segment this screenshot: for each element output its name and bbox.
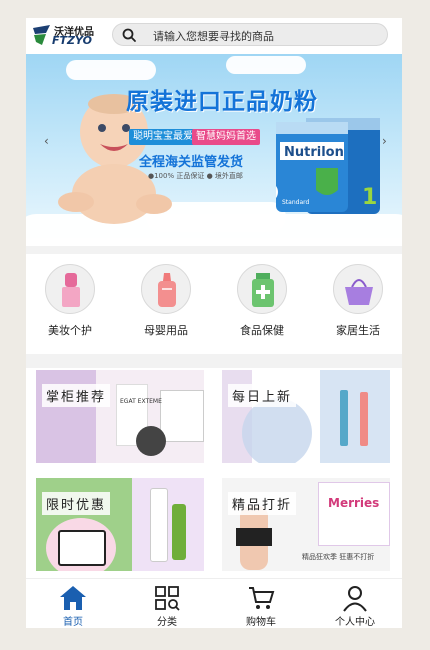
- category-home[interactable]: 家居生活: [322, 264, 394, 344]
- category-beauty[interactable]: 美妆个护: [34, 264, 106, 344]
- product-text: EGAT EXTEME: [120, 398, 162, 405]
- promo-tile-new[interactable]: 每日上新: [222, 370, 390, 463]
- category-label: 食品保健: [240, 324, 284, 337]
- lipstick-icon: [45, 264, 95, 314]
- baby-bottle-icon: [141, 264, 191, 314]
- nav-cart[interactable]: 购物车: [214, 579, 308, 628]
- category-row: 美妆个护 母婴用品 食品保健 家居生活: [26, 246, 402, 362]
- promo-tile-discount[interactable]: Merries 精品狂欢季 狂惠不打折 精品打折: [222, 478, 390, 571]
- category-food[interactable]: 食品保健: [226, 264, 298, 344]
- banner-note: ●100% 正品保证 ● 境外直邮: [148, 172, 243, 180]
- search-placeholder: 请输入您想要寻找的商品: [153, 30, 274, 43]
- promo-label: 限时优惠: [42, 492, 111, 515]
- promo-label: 精品打折: [228, 492, 297, 515]
- promo-label: 掌柜推荐: [42, 384, 111, 407]
- milk-powder-can-image: Nutrilon 1 Standard: [276, 118, 380, 214]
- brand-logo[interactable]: 沃洋优品 FTZYO: [32, 22, 104, 48]
- nav-label: 首页: [63, 617, 83, 628]
- nav-label: 分类: [157, 617, 177, 628]
- chevron-left-icon[interactable]: ‹: [44, 134, 49, 148]
- nav-home[interactable]: 首页: [26, 579, 120, 628]
- basket-icon: [333, 264, 383, 314]
- section-divider: [26, 354, 402, 368]
- product-variant: Standard: [282, 199, 309, 206]
- banner-tag-smart-baby: 聪明宝宝最爱: [129, 129, 197, 145]
- banner-tag-smart-mom: 智慧妈妈首选: [192, 129, 260, 145]
- category-label: 家居生活: [336, 324, 380, 337]
- home-icon: [60, 586, 86, 610]
- health-jar-icon: [237, 264, 287, 314]
- promo-caption: 精品狂欢季 狂惠不打折: [302, 553, 375, 561]
- promo-banner[interactable]: ‹ 原装进口正品奶粉 聪明宝宝最爱 智慧妈妈首选 全程海关监管发货 ●100% …: [26, 54, 402, 238]
- promo-tile-recommend[interactable]: EGAT EXTEME 掌柜推荐: [36, 370, 204, 463]
- nav-profile[interactable]: 个人中心: [308, 579, 402, 628]
- nav-label: 购物车: [246, 617, 276, 628]
- chevron-right-icon[interactable]: ›: [382, 134, 387, 148]
- category-baby[interactable]: 母婴用品: [130, 264, 202, 344]
- banner-title: 原装进口正品奶粉: [126, 89, 318, 115]
- category-grid-icon: [155, 586, 180, 611]
- category-label: 美妆个护: [48, 324, 92, 337]
- nav-category[interactable]: 分类: [120, 579, 214, 628]
- product-number: 1: [362, 185, 377, 210]
- search-input[interactable]: 请输入您想要寻找的商品: [112, 23, 388, 46]
- search-icon: [122, 28, 136, 42]
- logo-english-name: FTZYO: [52, 34, 92, 47]
- banner-subtitle: 全程海关监管发货: [139, 155, 244, 170]
- nav-label: 个人中心: [335, 617, 375, 628]
- user-icon: [343, 586, 367, 612]
- cloud-decoration: [226, 56, 306, 74]
- promo-tile-limited[interactable]: 限时优惠: [36, 478, 204, 571]
- bottom-navigation: 首页 分类 购物车 个人中心: [26, 578, 402, 628]
- cloud-decoration: [66, 60, 156, 80]
- cart-icon: [249, 587, 275, 609]
- mobile-app: 沃洋优品 FTZYO 请输入您想要寻找的商品 ‹ 原装进口正品奶粉 聪明宝宝最爱…: [26, 18, 402, 628]
- top-header: 沃洋优品 FTZYO 请输入您想要寻找的商品: [26, 18, 402, 52]
- promo-label: 每日上新: [228, 384, 297, 407]
- product-brand: Nutrilon: [284, 145, 344, 160]
- category-label: 母婴用品: [144, 324, 188, 337]
- logo-mark-icon: [33, 25, 50, 45]
- product-text: Merries: [328, 496, 380, 510]
